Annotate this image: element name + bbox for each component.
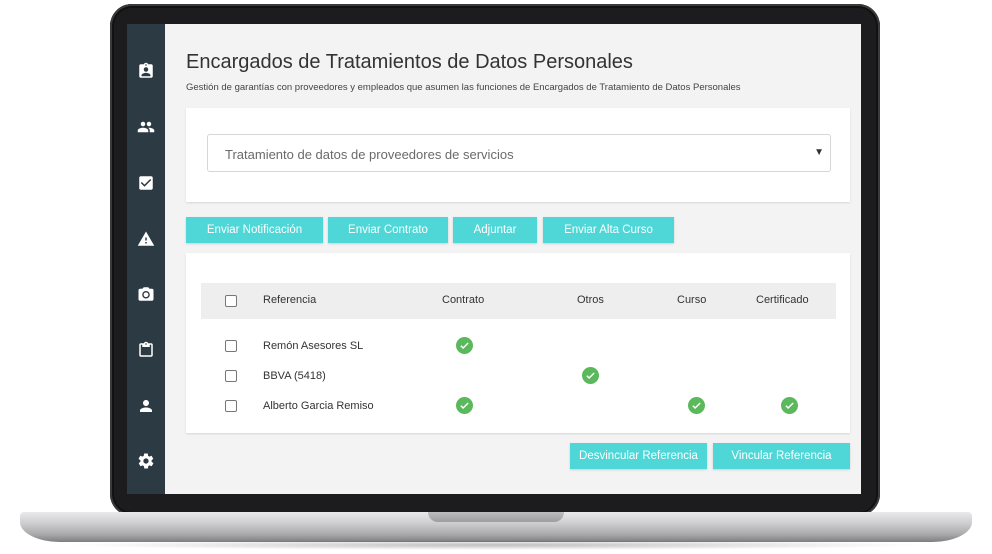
warning-icon xyxy=(137,231,155,246)
table-row[interactable]: BBVA (5418) xyxy=(201,361,836,391)
send-contract-button[interactable]: Enviar Contrato xyxy=(328,217,448,243)
attach-button[interactable]: Adjuntar xyxy=(453,217,537,243)
people-icon xyxy=(137,121,155,133)
row-checkbox[interactable] xyxy=(225,400,237,412)
screen: Encargados de Tratamientos de Datos Pers… xyxy=(127,24,861,494)
row-checkbox[interactable] xyxy=(225,370,237,382)
header-other: Otros xyxy=(577,294,604,306)
header-course: Curso xyxy=(677,294,707,306)
sidebar-item-user[interactable] xyxy=(136,396,156,416)
main-content: Encargados de Tratamientos de Datos Pers… xyxy=(165,24,861,494)
select-all-checkbox[interactable] xyxy=(225,295,237,307)
table-header: Referencia Contrato Otros Curso Certific… xyxy=(201,283,836,319)
certificate-check-icon xyxy=(781,397,798,414)
header-certificate: Certificado xyxy=(756,294,809,306)
row-reference: BBVA (5418) xyxy=(263,370,326,382)
laptop-shadow xyxy=(60,540,932,550)
send-course-button[interactable]: Enviar Alta Curso xyxy=(543,217,674,243)
sidebar-item-badge[interactable] xyxy=(136,61,156,81)
header-reference: Referencia xyxy=(263,294,317,306)
treatment-select[interactable]: Tratamiento de datos de proveedores de s… xyxy=(207,134,831,172)
check-box-icon xyxy=(139,176,153,190)
sidebar-item-settings[interactable] xyxy=(136,451,156,471)
sidebar xyxy=(127,24,165,494)
laptop-base xyxy=(20,512,972,542)
link-reference-button[interactable]: Vincular Referencia xyxy=(713,443,850,469)
camera-icon xyxy=(138,287,154,301)
page-title: Encargados de Tratamientos de Datos Pers… xyxy=(186,51,633,73)
contract-check-icon xyxy=(456,397,473,414)
table-row[interactable]: Alberto Garcia Remiso xyxy=(201,391,836,421)
page-subtitle: Gestión de garantías con proveedores y e… xyxy=(186,82,741,93)
unlink-reference-button[interactable]: Desvincular Referencia xyxy=(570,443,707,469)
laptop-notch xyxy=(428,512,564,522)
course-check-icon xyxy=(688,397,705,414)
sidebar-item-clipboard[interactable] xyxy=(136,340,156,360)
other-check-icon xyxy=(582,367,599,384)
sidebar-item-camera[interactable] xyxy=(136,284,156,304)
clipboard-icon xyxy=(139,341,153,357)
sidebar-item-tasks[interactable] xyxy=(136,173,156,193)
header-contract: Contrato xyxy=(442,294,485,306)
select-card: Tratamiento de datos de proveedores de s… xyxy=(186,108,850,202)
chevron-down-icon: ▼ xyxy=(814,147,824,158)
row-checkbox[interactable] xyxy=(225,340,237,352)
references-table: Referencia Contrato Otros Curso Certific… xyxy=(186,253,850,433)
send-notification-button[interactable]: Enviar Notificación xyxy=(186,217,323,243)
sidebar-item-warnings[interactable] xyxy=(136,229,156,249)
row-reference: Alberto Garcia Remiso xyxy=(263,400,374,412)
row-reference: Remón Asesores SL xyxy=(263,340,364,352)
person-icon xyxy=(140,400,152,412)
treatment-select-value: Tratamiento de datos de proveedores de s… xyxy=(225,147,514,162)
contract-check-icon xyxy=(456,337,473,354)
badge-icon xyxy=(139,62,153,78)
table-row[interactable]: Remón Asesores SL xyxy=(201,331,836,361)
gear-icon xyxy=(138,453,154,469)
sidebar-item-people[interactable] xyxy=(136,117,156,137)
